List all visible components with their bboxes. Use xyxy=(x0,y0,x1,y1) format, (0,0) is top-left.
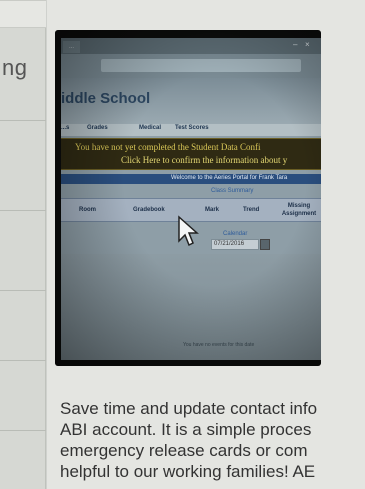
calendar-label: Calendar xyxy=(223,231,248,237)
divider xyxy=(0,430,46,431)
nav-item-grades[interactable]: Grades xyxy=(87,125,108,131)
browser-toolbar xyxy=(61,54,321,78)
address-bar[interactable] xyxy=(101,59,301,72)
alert-message: You have not yet completed the Student D… xyxy=(75,142,261,152)
divider xyxy=(0,210,46,211)
article: ... – × iddle School ...s Grades Medical… xyxy=(47,0,365,489)
column-header-mark: Mark xyxy=(205,207,220,213)
nav-item[interactable]: ...s xyxy=(61,125,69,131)
portal-nav: ...s Grades Medical Test Scores xyxy=(61,124,321,136)
calendar-date-input[interactable]: 07/21/2016 xyxy=(211,239,259,250)
nav-item-medical[interactable]: Medical xyxy=(139,125,161,131)
calendar-icon[interactable] xyxy=(260,239,270,250)
alert-link[interactable]: Click Here to confirm the information ab… xyxy=(121,155,287,165)
minimize-icon[interactable]: – xyxy=(293,40,297,49)
article-body: Save time and update contact info ABI ac… xyxy=(60,398,365,482)
column-header-gradebook: Gradebook xyxy=(133,207,165,213)
welcome-text: Welcome to the Aeries Portal for Frank T… xyxy=(171,175,288,181)
browser-tab-bar: ... – × xyxy=(61,38,321,54)
welcome-bar: Welcome to the Aeries Portal for Frank T… xyxy=(61,174,321,184)
article-line: helpful to our working families! AE xyxy=(60,462,316,481)
mouse-cursor-icon xyxy=(178,215,199,247)
left-column: ng xyxy=(0,0,46,489)
column-header-missing-assignment: Missing Assignment xyxy=(281,203,317,217)
article-line: emergency release cards or com xyxy=(60,441,308,460)
left-band xyxy=(0,0,46,28)
close-icon[interactable]: × xyxy=(305,40,310,49)
left-fragment-text: ng xyxy=(2,55,28,80)
article-line: Save time and update contact info xyxy=(60,399,318,418)
column-header-trend: Trend xyxy=(243,207,260,213)
data-confirmation-alert: You have not yet completed the Student D… xyxy=(61,138,321,170)
no-events-message: You have no events for this date xyxy=(183,342,255,348)
school-title: iddle School xyxy=(61,90,151,107)
nav-item-test-scores[interactable]: Test Scores xyxy=(175,125,209,131)
browser-tab[interactable]: ... xyxy=(63,41,81,53)
portal-header: iddle School xyxy=(61,78,321,124)
column-header-room: Room xyxy=(79,207,96,213)
article-line: ABI account. It is a simple proces xyxy=(60,420,312,439)
divider xyxy=(0,290,46,291)
divider xyxy=(0,360,46,361)
article-photo: ... – × iddle School ...s Grades Medical… xyxy=(55,30,321,366)
divider xyxy=(0,120,46,121)
photographed-screen: ... – × iddle School ...s Grades Medical… xyxy=(61,38,321,360)
class-summary-title: Class Summary xyxy=(211,188,254,194)
